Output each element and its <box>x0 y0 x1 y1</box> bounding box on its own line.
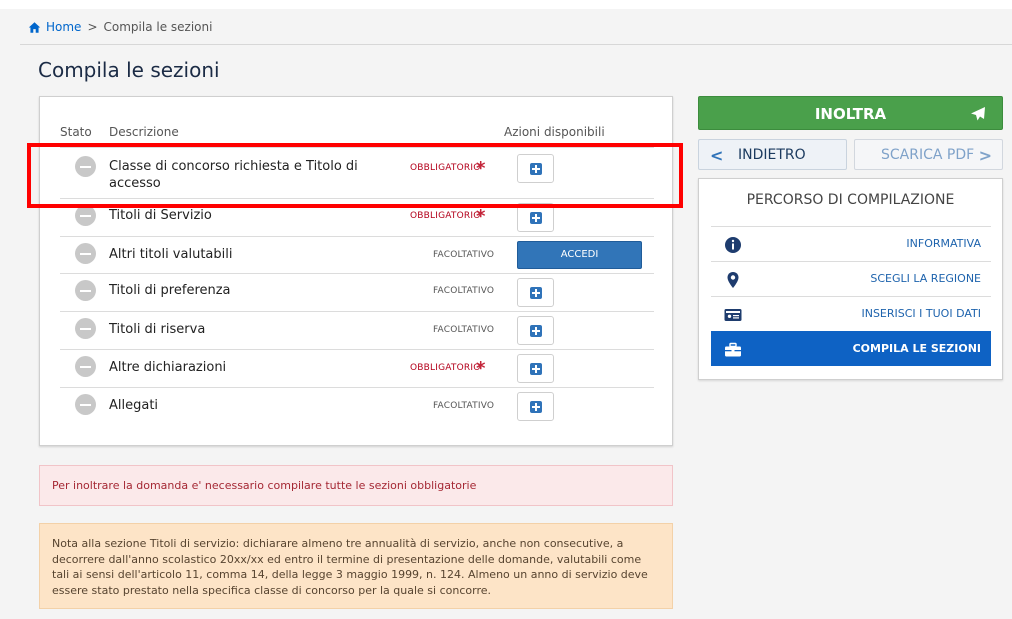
indietro-button[interactable]: < INDIETRO <box>698 139 847 170</box>
top-bar <box>0 0 1012 9</box>
status-minus-icon <box>75 243 96 264</box>
step-label: SCEGLI LA REGIONE <box>870 272 981 285</box>
step-scegli-regione[interactable]: SCEGLI LA REGIONE <box>711 261 991 296</box>
breadcrumb-current: Compila le sezioni <box>103 20 213 34</box>
plus-icon <box>530 401 542 413</box>
table-row: Altri titoli valutabili FACOLTATIVO ACCE… <box>60 237 654 274</box>
inoltra-label: INOLTRA <box>814 105 887 123</box>
accedi-button[interactable]: ACCEDI <box>517 241 642 269</box>
status-minus-icon <box>75 394 96 415</box>
column-header-stato: Stato <box>60 125 92 139</box>
scarica-pdf-button[interactable]: SCARICA PDF > <box>854 139 1003 170</box>
plus-icon <box>530 325 542 337</box>
inoltra-button[interactable]: INOLTRA <box>698 96 1003 130</box>
briefcase-icon <box>725 342 741 357</box>
divider <box>20 44 1012 45</box>
table-row: Altre dichiarazioni OBBLIGATORIO * <box>60 350 654 388</box>
indietro-label: INDIETRO <box>738 147 806 163</box>
step-compila-sezioni[interactable]: COMPILA LE SEZIONI <box>711 331 991 366</box>
badge-obbligatorio: OBBLIGATORIO <box>410 211 481 221</box>
table-row: Allegati FACOLTATIVO <box>60 388 654 426</box>
status-minus-icon <box>75 356 96 377</box>
info-icon <box>725 237 741 253</box>
note-alert: Nota alla sezione Titoli di servizio: di… <box>39 523 673 609</box>
badge-facoltativo: FACOLTATIVO <box>433 286 495 296</box>
percorso-card: PERCORSO DI COMPILAZIONE INFORMATIVA SCE… <box>698 178 1003 380</box>
row-description: Titoli di riserva <box>109 322 206 337</box>
status-minus-icon <box>75 318 96 339</box>
breadcrumb-home-link[interactable]: Home <box>28 20 81 34</box>
table-row: Titoli di riserva FACOLTATIVO <box>60 312 654 350</box>
id-card-icon <box>724 309 742 321</box>
status-minus-icon <box>75 205 96 226</box>
plus-icon <box>530 363 542 375</box>
badge-facoltativo: FACOLTATIVO <box>433 325 495 335</box>
chevron-left-icon: < <box>710 146 724 165</box>
required-asterisk-icon: * <box>476 206 486 227</box>
step-label: COMPILA LE SEZIONI <box>852 342 981 355</box>
row-description: Altri titoli valutabili <box>109 247 233 262</box>
step-label: INFORMATIVA <box>906 237 981 250</box>
plus-icon <box>530 287 542 299</box>
badge-facoltativo: FACOLTATIVO <box>433 401 495 411</box>
page-title: Compila le sezioni <box>38 58 220 82</box>
step-label: INSERISCI I TUOI DATI <box>861 307 981 320</box>
column-header-azioni: Azioni disponibili <box>504 125 605 139</box>
step-inserisci-dati[interactable]: INSERISCI I TUOI DATI <box>711 296 991 331</box>
send-icon <box>971 107 985 121</box>
row-description: Altre dichiarazioni <box>109 360 227 375</box>
add-section-button[interactable] <box>517 392 554 421</box>
add-section-button[interactable] <box>517 316 554 345</box>
required-asterisk-icon: * <box>476 358 486 379</box>
add-section-button[interactable] <box>517 278 554 307</box>
highlight-box <box>27 143 683 208</box>
add-section-button[interactable] <box>517 354 554 383</box>
home-icon <box>28 21 41 33</box>
plus-icon <box>530 212 542 224</box>
chevron-right-icon: > <box>978 146 992 165</box>
table-row: Titoli di preferenza FACOLTATIVO <box>60 274 654 312</box>
row-description: Allegati <box>109 398 159 413</box>
row-description: Titoli di preferenza <box>109 283 231 298</box>
scarica-pdf-label: SCARICA PDF <box>881 147 975 163</box>
row-description: Titoli di Servizio <box>109 208 212 223</box>
column-header-descrizione: Descrizione <box>109 125 179 139</box>
status-minus-icon <box>75 280 96 301</box>
error-alert: Per inoltrare la domanda e' necessario c… <box>39 465 673 506</box>
percorso-title: PERCORSO DI COMPILAZIONE <box>746 192 955 208</box>
breadcrumb: Home > Compila le sezioni <box>28 18 212 36</box>
step-informativa[interactable]: INFORMATIVA <box>711 226 991 261</box>
badge-facoltativo: FACOLTATIVO <box>433 250 495 260</box>
map-pin-icon <box>727 272 739 288</box>
badge-obbligatorio: OBBLIGATORIO <box>410 363 481 373</box>
breadcrumb-home-label: Home <box>46 20 82 34</box>
breadcrumb-separator: > <box>87 20 98 34</box>
